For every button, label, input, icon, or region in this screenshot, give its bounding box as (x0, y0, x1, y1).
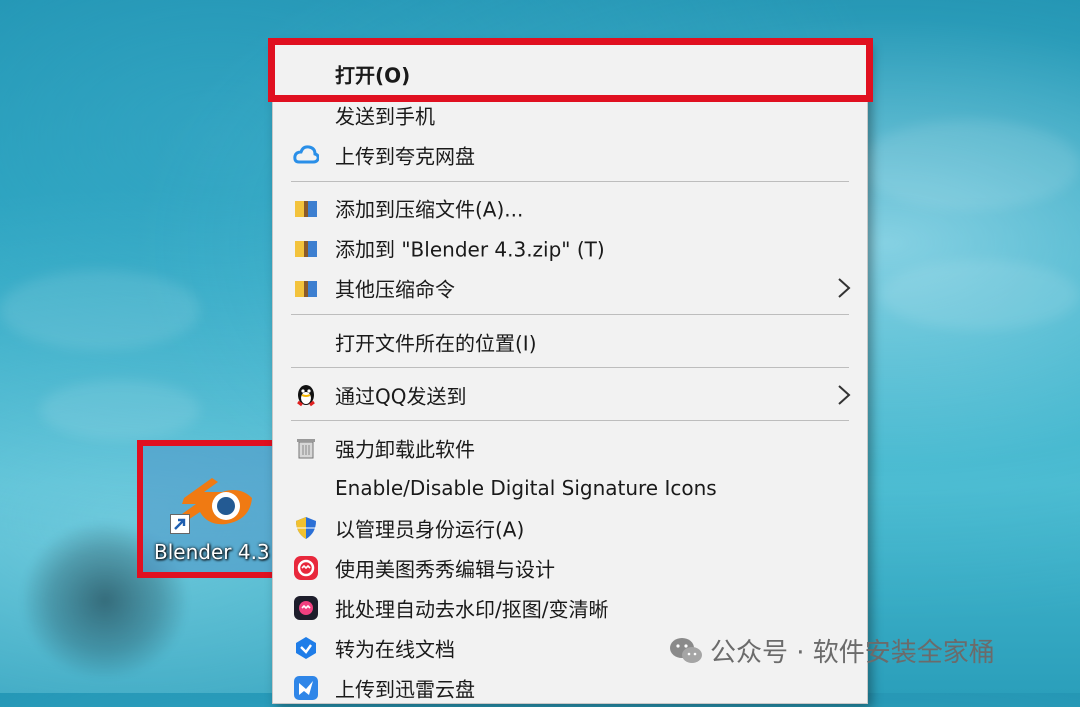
archive-icon (295, 281, 317, 297)
water-ripple (40, 380, 200, 440)
menu-item-batch-process[interactable]: 批处理自动去水印/抠图/变清晰 (273, 589, 867, 627)
menu-item-send-via-qq[interactable]: 通过QQ发送到 (273, 376, 867, 414)
menu-item-label: 打开文件所在的位置(I) (335, 331, 537, 356)
archive-icon (295, 241, 317, 257)
menu-item-meitu-edit[interactable]: 使用美图秀秀编辑与设计 (273, 549, 867, 587)
shortcut-highlight-frame (137, 440, 278, 578)
menu-separator (291, 181, 849, 182)
menu-item-label: 添加到 "Blender 4.3.zip" (T) (335, 237, 605, 262)
chevron-right-icon (838, 385, 851, 405)
menu-item-add-to-zip[interactable]: 添加到 "Blender 4.3.zip" (T) (273, 229, 867, 267)
menu-item-label: 通过QQ发送到 (335, 384, 467, 409)
menu-item-force-uninstall[interactable]: 强力卸载此软件 (273, 429, 867, 467)
menu-separator (291, 367, 849, 368)
water-ripple (0, 270, 200, 350)
wechat-icon (670, 638, 702, 663)
trash-icon (297, 439, 315, 459)
open-item-highlight-frame (268, 38, 873, 102)
watermark-text: 公众号 · 软件安装全家桶 (710, 638, 995, 668)
online-doc-icon (296, 637, 316, 659)
meitu-icon (294, 556, 318, 580)
menu-item-label: Enable/Disable Digital Signature Icons (335, 476, 717, 500)
menu-item-label: 添加到压缩文件(A)... (335, 197, 524, 222)
menu-item-label: 其他压缩命令 (335, 277, 455, 302)
context-menu: 打开(O) 发送到手机 上传到夸克网盘 添加到压缩文件(A)... 添加到 "B… (272, 42, 868, 704)
menu-item-label: 上传到迅雷云盘 (335, 677, 475, 702)
xunlei-icon (294, 676, 318, 700)
menu-item-label: 以管理员身份运行(A) (335, 517, 525, 542)
menu-item-digital-signature[interactable]: Enable/Disable Digital Signature Icons (273, 469, 867, 507)
menu-item-add-to-archive[interactable]: 添加到压缩文件(A)... (273, 189, 867, 227)
uac-shield-icon (296, 517, 316, 539)
quark-cloud-icon (293, 145, 319, 164)
water-ripple (880, 260, 1080, 330)
water-ripple (860, 120, 1080, 210)
menu-item-label: 强力卸载此软件 (335, 437, 475, 462)
menu-item-label: 上传到夸克网盘 (335, 144, 475, 169)
menu-item-upload-quark[interactable]: 上传到夸克网盘 (273, 136, 867, 174)
archive-icon (295, 201, 317, 217)
menu-item-label: 批处理自动去水印/抠图/变清晰 (335, 597, 609, 622)
menu-item-upload-xunlei[interactable]: 上传到迅雷云盘 (273, 669, 867, 707)
menu-item-label: 发送到手机 (335, 104, 435, 129)
menu-item-label: 使用美图秀秀编辑与设计 (335, 557, 555, 582)
qq-penguin-icon (297, 385, 315, 407)
menu-item-other-compress[interactable]: 其他压缩命令 (273, 269, 867, 307)
menu-separator (291, 420, 849, 421)
chevron-right-icon (838, 278, 851, 298)
menu-separator (291, 314, 849, 315)
menu-item-label: 转为在线文档 (335, 637, 455, 662)
batch-process-icon (294, 596, 318, 620)
menu-item-run-as-admin[interactable]: 以管理员身份运行(A) (273, 509, 867, 547)
menu-item-open-file-location[interactable]: 打开文件所在的位置(I) (273, 323, 867, 361)
